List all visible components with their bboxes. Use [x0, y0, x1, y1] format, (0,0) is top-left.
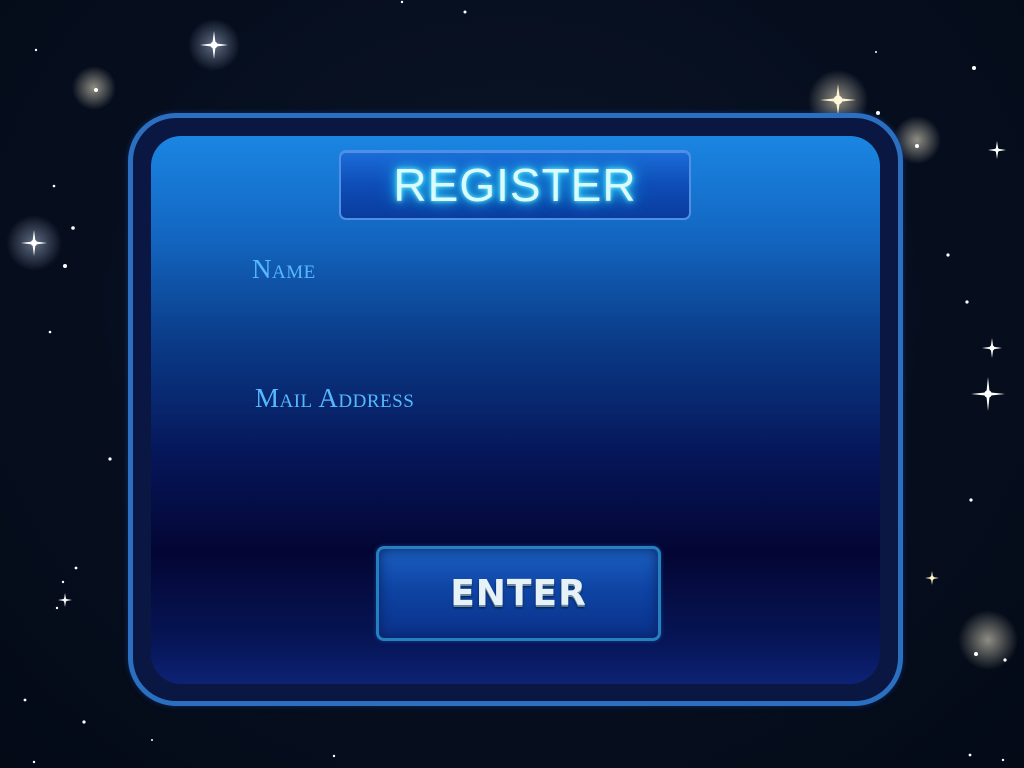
enter-button-label: ENTER — [450, 572, 587, 614]
name-label: Name — [252, 254, 316, 284]
register-title-banner: REGISTER — [339, 150, 691, 220]
sparkle-star — [982, 338, 1002, 358]
sparkle-star — [925, 571, 939, 585]
sparkle-star — [58, 593, 72, 607]
enter-button[interactable]: ENTER — [376, 546, 661, 641]
name-input[interactable] — [252, 295, 786, 337]
register-title: REGISTER — [393, 159, 637, 211]
mail-address-input[interactable] — [255, 425, 789, 467]
sparkle-star — [988, 141, 1006, 159]
sparkle-star — [971, 377, 1005, 411]
space-background: REGISTER Name Mail Address ENTER — [0, 0, 1024, 768]
mail-address-label: Mail Address — [255, 383, 415, 413]
